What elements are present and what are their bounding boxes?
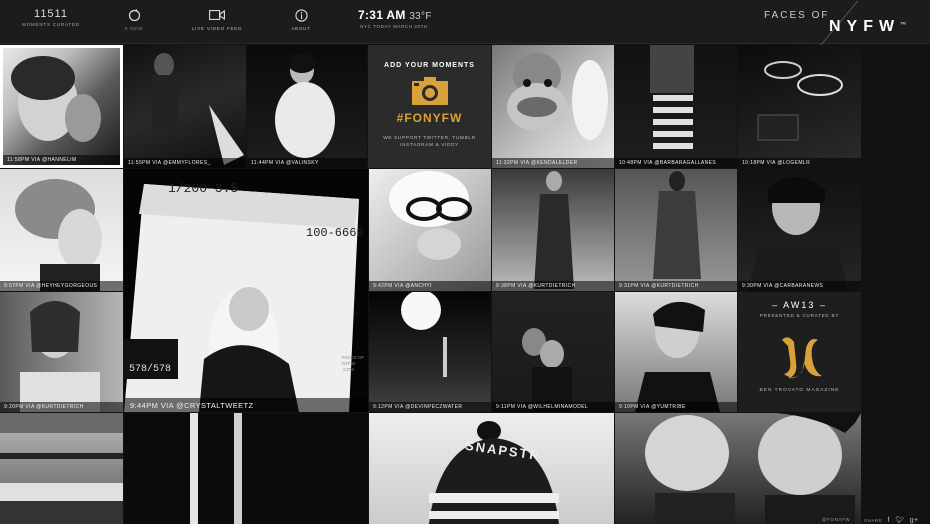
photo-image — [20, 301, 100, 412]
photo-caption: 11:44PM VIA @VALINSKY — [247, 158, 367, 168]
photo-caption: 10:48PM VIA @BARBARAGALLANES — [615, 158, 737, 168]
ben-trovato-logo-icon — [774, 332, 826, 382]
camera-icon — [411, 77, 448, 105]
photo-tile[interactable]: 10:18PM VIA @LOGEMLR — [738, 45, 861, 168]
photo-image — [275, 53, 335, 158]
photo-tile[interactable] — [124, 413, 368, 524]
photo-tile[interactable]: 9:42PM VIA @ANCHYI — [369, 169, 491, 291]
photo-image — [401, 292, 447, 377]
photo-caption: 9:30PM VIA @CARBARANEWS — [738, 281, 861, 291]
date-line: NYC TODAY MARCH 20TH — [360, 24, 428, 29]
featured-photo-tile[interactable]: 1/200 3.5 100-6669 578/578 FACES OF NYFW… — [124, 169, 368, 412]
live-video-feed-button[interactable]: LIVE VIDEO FEED — [182, 8, 252, 31]
photo-image — [645, 413, 861, 524]
photo-tile[interactable]: 9:12PM VIA @DEVINPECZWATER — [369, 292, 491, 412]
share-label: SHARE — [864, 517, 883, 523]
live-video-feed-label: LIVE VIDEO FEED — [191, 26, 243, 31]
photo-image — [534, 171, 574, 289]
clock-weather: 7:31 AM 33°F NYC TODAY MARCH 20TH — [358, 8, 432, 29]
photo-grid: 11:58PM VIA @HANNELIM 11:55PM VIA @EMMYF… — [0, 45, 862, 524]
photo-image — [190, 413, 242, 524]
frame-shutter-text: 1/200 3.5 — [168, 181, 239, 196]
aw13-magazine-name: BEN TROVATO MAGAZINE — [759, 388, 840, 393]
photo-caption: 9:31PM VIA @KURTDIETRICH — [615, 281, 737, 291]
frame-number-text: 100-6669 — [306, 226, 364, 240]
photo-image — [429, 421, 559, 524]
brand-logo[interactable]: FACES OF NYFWTM — [760, 0, 930, 48]
photo-tile[interactable] — [0, 413, 123, 524]
promo-heading: ADD YOUR MOMENTS — [384, 62, 475, 69]
share-bar: SHARE f 🐦︎ g+ — [864, 516, 919, 524]
moments-count: 11511 — [34, 8, 68, 20]
frame-count-text: 578/578 — [129, 364, 172, 375]
photo-tile[interactable]: 9:11PM VIA @WILHELMINAMODEL — [492, 292, 614, 412]
about-label: ABOUT — [291, 26, 311, 31]
top-bar: 11511 MOMENTS CURATED 0 NEW LIVE VIDEO F… — [0, 0, 930, 48]
photo-tile[interactable]: SNAPSTR — [369, 413, 614, 524]
photo-tile[interactable]: 9:57PM VIA @HEYHEYGORGEOUS — [0, 169, 123, 291]
current-time: 7:31 AM 33°F — [358, 8, 432, 22]
photo-image — [0, 413, 123, 524]
twitter-icon[interactable]: 🐦︎ — [895, 516, 905, 524]
moments-counter: 11511 MOMENTS CURATED — [22, 8, 80, 28]
photo-image — [124, 184, 359, 412]
footer-handle[interactable]: @FONYFW — [822, 517, 850, 522]
photo-caption: 11:55PM VIA @EMMYFLORES_ — [124, 158, 246, 168]
aw13-title: – AW13 – — [772, 300, 827, 310]
promo-hashtag: #FONYFW — [396, 111, 463, 125]
photo-image — [507, 53, 608, 140]
photo-caption: 9:10PM VIA @YUMTRIBE — [615, 402, 737, 412]
photo-tile[interactable] — [615, 413, 861, 524]
brand-faces-of: FACES OF — [764, 10, 830, 21]
photo-image — [653, 171, 701, 279]
temperature: 33°F — [409, 11, 432, 22]
moments-label: MOMENTS CURATED — [22, 22, 80, 27]
photo-tile[interactable]: 11:32PM VIA @KENDALELDER — [492, 45, 614, 168]
photo-caption: 11:58PM VIA @HANNELIM — [3, 155, 120, 165]
photo-image — [152, 53, 244, 165]
add-moments-promo[interactable]: ADD YOUR MOMENTS #FONYFW WE SUPPORT TWIT… — [368, 45, 491, 168]
photo-image — [11, 56, 101, 142]
photo-tile[interactable]: 9:30PM VIA @CARBARANEWS — [738, 169, 861, 291]
trademark: TM — [900, 20, 906, 26]
watermark-text: FACES OF NYFW .COM — [342, 355, 365, 372]
photo-image — [635, 301, 720, 412]
photo-image — [757, 61, 843, 141]
new-moments-label: 0 NEW — [124, 26, 144, 31]
photo-caption: 10:18PM VIA @LOGEMLR — [738, 158, 861, 168]
photo-caption: 11:32PM VIA @KENDALELDER — [492, 158, 614, 168]
photo-caption: 9:20PM VIA @KURTDIETRICH — [0, 402, 123, 412]
photo-caption: 9:57PM VIA @HEYHEYGORGEOUS — [0, 281, 123, 291]
video-camera-icon — [182, 8, 252, 22]
photo-image — [748, 176, 848, 291]
photo-image — [522, 328, 572, 412]
photo-image — [389, 171, 472, 260]
photo-tile[interactable]: 9:10PM VIA @YUMTRIBE — [615, 292, 737, 412]
brand-nyfw: NYFWTM — [829, 18, 906, 35]
photo-tile[interactable]: 11:44PM VIA @VALINSKY — [247, 45, 367, 168]
photo-tile[interactable]: 11:55PM VIA @EMMYFLORES_ — [124, 45, 246, 168]
promo-support-text: WE SUPPORT TWITTER, TUMBLR INSTAGRAM & V… — [383, 136, 476, 148]
photo-tile[interactable]: 10:48PM VIA @BARBARAGALLANES — [615, 45, 737, 168]
photo-caption: 9:42PM VIA @ANCHYI — [369, 281, 491, 291]
photo-caption: 9:11PM VIA @WILHELMINAMODEL — [492, 402, 614, 412]
new-moments-button[interactable]: 0 NEW — [99, 8, 169, 31]
aw13-curated-panel[interactable]: – AW13 – PRESENTED & CURATED BY BEN TROV… — [738, 292, 861, 412]
photo-caption: 9:12PM VIA @DEVINPECZWATER — [369, 402, 491, 412]
about-button[interactable]: ABOUT — [266, 8, 336, 31]
photo-image — [15, 179, 102, 291]
facebook-icon[interactable]: f — [888, 517, 891, 524]
google-plus-icon[interactable]: g+ — [910, 517, 919, 524]
photo-tile[interactable]: 9:31PM VIA @KURTDIETRICH — [615, 169, 737, 291]
photo-image — [650, 45, 694, 149]
photo-caption: 9:38PM VIA @KURTDIETRICH — [492, 281, 614, 291]
photo-tile[interactable]: 9:20PM VIA @KURTDIETRICH — [0, 292, 123, 412]
refresh-icon — [99, 8, 169, 22]
aw13-presented-label: PRESENTED & CURATED BY — [759, 313, 840, 318]
photo-caption: 9:44PM VIA @CRYSTALTWEETZ — [124, 398, 368, 412]
photo-tile[interactable]: 9:38PM VIA @KURTDIETRICH — [492, 169, 614, 291]
info-icon — [266, 8, 336, 22]
photo-tile[interactable]: 11:58PM VIA @HANNELIM — [0, 45, 123, 168]
